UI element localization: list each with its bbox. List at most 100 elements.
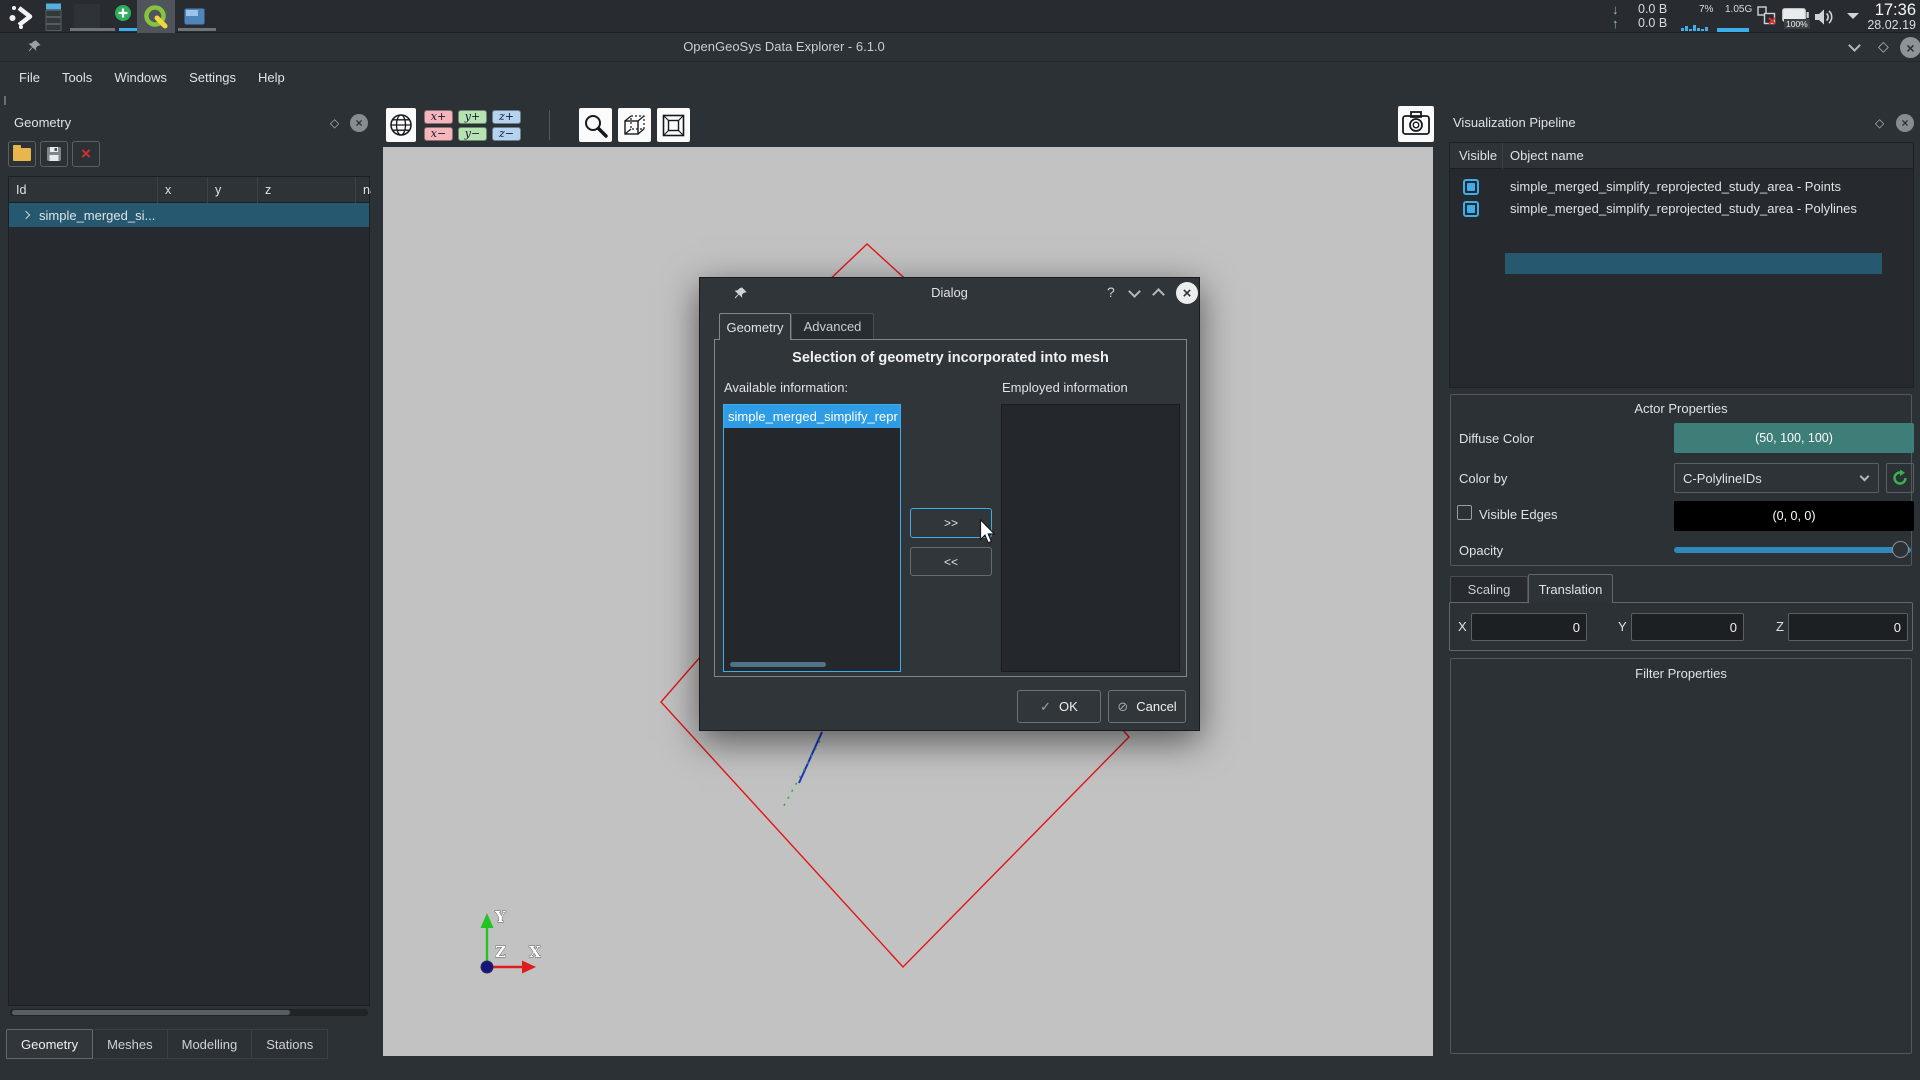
save-geometry-button[interactable] — [40, 141, 68, 167]
available-info-list[interactable]: simple_merged_simplify_repr — [723, 404, 901, 672]
menu-tools[interactable]: Tools — [51, 66, 103, 89]
opacity-slider-track[interactable] — [1674, 547, 1911, 553]
edge-color-button[interactable]: (0, 0, 0) — [1674, 501, 1914, 531]
menu-windows[interactable]: Windows — [103, 66, 178, 89]
list-item-selected[interactable]: simple_merged_simplify_repr — [724, 405, 900, 428]
app-launcher-icon[interactable] — [8, 3, 36, 30]
menu-settings[interactable]: Settings — [178, 66, 247, 89]
memory-usage[interactable]: 1.05G — [1725, 4, 1752, 15]
remove-geometry-button[interactable]: × — [72, 141, 100, 167]
column-x[interactable]: x — [158, 177, 208, 203]
move-left-button[interactable]: << — [910, 547, 992, 576]
ortho-view-button[interactable] — [657, 108, 690, 142]
view-x-plus-button[interactable]: x+ — [424, 110, 453, 124]
column-name[interactable]: name — [356, 177, 371, 203]
employed-info-list[interactable] — [1001, 404, 1180, 672]
task-item-add-icon[interactable] — [114, 4, 132, 22]
translation-z-input[interactable] — [1788, 613, 1908, 641]
perspective-view-button[interactable] — [618, 108, 651, 142]
pipeline-row-points[interactable]: simple_merged_simplify_reprojected_study… — [1450, 176, 1913, 197]
open-geometry-button[interactable] — [8, 141, 36, 167]
dock-close-icon[interactable]: × — [1896, 114, 1914, 132]
list-hscrollbar-thumb[interactable] — [730, 662, 826, 667]
translation-y-input[interactable] — [1631, 613, 1744, 641]
task-item-1[interactable] — [74, 4, 100, 28]
globe-view-button[interactable] — [386, 108, 416, 142]
tab-meshes[interactable]: Meshes — [93, 1029, 168, 1059]
ok-button[interactable]: ✓ OK — [1017, 690, 1101, 723]
menu-file[interactable]: File — [8, 66, 51, 89]
magnifier-icon — [585, 114, 608, 138]
visible-edges-checkbox[interactable] — [1457, 505, 1472, 520]
toolbar-drag-handle[interactable] — [4, 96, 6, 105]
view-y-plus-button[interactable]: y+ — [458, 110, 487, 124]
tab-geometry[interactable]: Geometry — [6, 1029, 94, 1059]
dialog-close-icon[interactable]: × — [1176, 282, 1198, 304]
opacity-slider-handle[interactable] — [1892, 541, 1909, 558]
geometry-table[interactable]: Id x y z name simple_merged_si... — [8, 176, 371, 1006]
window-close-icon[interactable]: × — [1900, 37, 1920, 58]
geometry-hscrollbar-thumb[interactable] — [12, 1010, 290, 1015]
view-x-minus-button[interactable]: x− — [424, 127, 453, 141]
diffuse-color-label: Diffuse Color — [1459, 431, 1534, 446]
toolbar-separator — [549, 110, 550, 140]
pipeline-tree[interactable]: Visible Object name simple_merged_simpli… — [1449, 142, 1914, 388]
window-maximize-icon[interactable]: ◇ — [1878, 38, 1889, 55]
menu-help[interactable]: Help — [247, 66, 296, 89]
visibility-checkbox[interactable] — [1463, 178, 1479, 195]
diffuse-color-button[interactable]: (50, 100, 100) — [1674, 423, 1914, 453]
column-id[interactable]: Id — [9, 177, 158, 203]
filter-properties-group: Filter Properties — [1450, 658, 1912, 1054]
view-y-minus-button[interactable]: y− — [458, 127, 487, 141]
window-shade-icon[interactable] — [1848, 39, 1861, 52]
dock-tab-bar: Geometry Meshes Modelling Stations — [6, 1029, 329, 1059]
visible-edges-label: Visible Edges — [1479, 507, 1558, 522]
folder-icon — [13, 144, 31, 161]
view-z-minus-button[interactable]: z− — [492, 127, 521, 141]
dialog-tab-advanced[interactable]: Advanced — [791, 313, 874, 340]
virtual-desktop-pager[interactable] — [45, 3, 62, 31]
dialog-help-icon[interactable]: ? — [1107, 284, 1115, 300]
window-titlebar[interactable]: OpenGeoSys Data Explorer - 6.1.0 ◇ × — [0, 33, 1920, 62]
translation-x-label: X — [1458, 619, 1467, 634]
screenshot-button[interactable] — [1398, 106, 1434, 142]
clock-date[interactable]: 28.02.19 — [1858, 18, 1916, 32]
battery-icon[interactable]: 100% — [1782, 8, 1810, 29]
geometry-row-label: simple_merged_si... — [39, 207, 156, 223]
color-by-dropdown[interactable]: C-PolylineIDs — [1674, 463, 1879, 493]
dialog-tab-geometry[interactable]: Geometry — [719, 313, 791, 340]
visibility-checkbox[interactable] — [1463, 200, 1479, 217]
geometry-tree-row[interactable]: simple_merged_si... — [9, 203, 369, 227]
tab-translation[interactable]: Translation — [1528, 574, 1613, 603]
column-visible[interactable]: Visible — [1450, 143, 1503, 169]
refresh-colors-button[interactable] — [1886, 463, 1914, 493]
column-z[interactable]: z — [258, 177, 356, 203]
system-taskbar: ↓ 0.0 B ↑ 0.0 B 7% 1.05G 100% 17:36 28.0… — [0, 0, 1920, 33]
dock-float-icon[interactable]: ◇ — [330, 116, 339, 130]
cube-icon — [624, 114, 645, 135]
task-underline-3 — [178, 28, 216, 31]
cancel-button[interactable]: ⊘ Cancel — [1108, 690, 1186, 723]
dock-float-icon[interactable]: ◇ — [1875, 116, 1884, 130]
refresh-icon — [1893, 470, 1907, 485]
pipeline-row-polylines[interactable]: simple_merged_simplify_reprojected_study… — [1450, 198, 1913, 274]
tab-scaling[interactable]: Scaling — [1450, 576, 1528, 603]
volume-icon[interactable] — [1813, 8, 1835, 26]
nested-squares-icon — [662, 114, 685, 136]
column-object-name[interactable]: Object name — [1503, 143, 1913, 169]
column-y[interactable]: y — [208, 177, 258, 203]
task-item-qgis[interactable] — [137, 0, 175, 33]
tab-stations[interactable]: Stations — [252, 1029, 329, 1059]
zoom-button[interactable] — [579, 108, 612, 142]
dock-close-icon[interactable]: × — [350, 114, 368, 132]
menubar: File Tools Windows Settings Help — [0, 62, 1920, 92]
expander-icon[interactable] — [21, 210, 31, 220]
globe-icon — [390, 114, 412, 136]
translation-x-input[interactable] — [1471, 613, 1587, 641]
tab-modelling[interactable]: Modelling — [167, 1029, 253, 1059]
cpu-percent[interactable]: 7% — [1699, 4, 1713, 15]
task-item-window-icon[interactable] — [184, 8, 205, 25]
geometry-hscrollbar[interactable] — [10, 1009, 368, 1016]
view-z-plus-button[interactable]: z+ — [492, 110, 521, 124]
network-disconnected-icon[interactable] — [1757, 6, 1778, 27]
